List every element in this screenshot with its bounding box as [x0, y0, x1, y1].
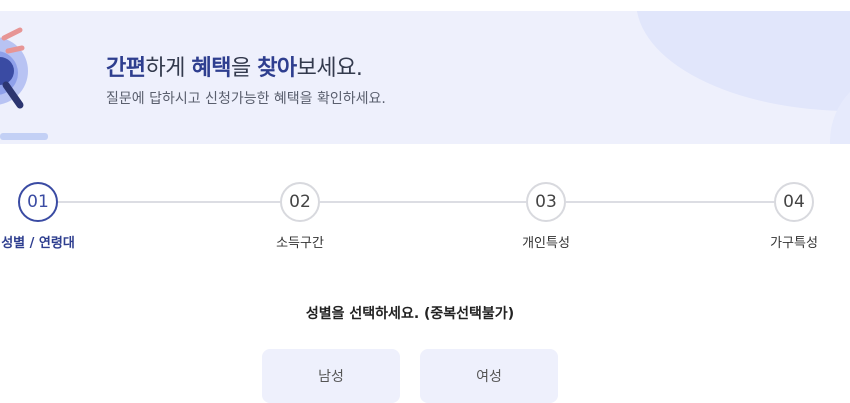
step-number: 04 — [774, 182, 814, 222]
question-text: 성별을 선택하세요. (중복선택불가) — [305, 306, 515, 322]
step-label: 소득구간 — [276, 236, 324, 251]
male-option-button[interactable]: 남성 — [262, 349, 400, 403]
step-number: 01 — [18, 182, 58, 222]
step-label: 개인특성 — [522, 236, 570, 251]
step-label: 성별 / 연령대 — [1, 236, 75, 251]
banner-title-highlight: 간편 — [106, 56, 146, 81]
banner-title: 간편하게 혜택을 찾아보세요. — [106, 50, 363, 82]
step-connector — [566, 201, 774, 203]
step-connector — [320, 201, 526, 203]
magnifier-illustration-icon — [0, 27, 48, 140]
female-option-button[interactable]: 여성 — [420, 349, 558, 403]
banner-subtitle: 질문에 답하시고 신청가능한 혜택을 확인하세요. — [106, 91, 386, 107]
banner-title-text: 을 — [230, 56, 258, 81]
step-label: 가구특성 — [770, 236, 818, 251]
step-number: 02 — [280, 182, 320, 222]
step-connector — [58, 201, 280, 203]
banner-title-text: 보세요. — [296, 56, 363, 81]
banner-decoration — [636, 11, 850, 111]
banner-title-text: 하게 — [145, 56, 192, 81]
hero-banner: 간편하게 혜택을 찾아보세요. 질문에 답하시고 신청가능한 혜택을 확인하세요… — [0, 11, 850, 144]
step-progress: 01 성별 / 연령대 02 소득구간 03 개인특성 04 가구특성 — [0, 182, 850, 252]
step-number: 03 — [526, 182, 566, 222]
banner-title-highlight: 찾아 — [257, 56, 297, 81]
banner-title-highlight: 혜택 — [191, 56, 231, 81]
